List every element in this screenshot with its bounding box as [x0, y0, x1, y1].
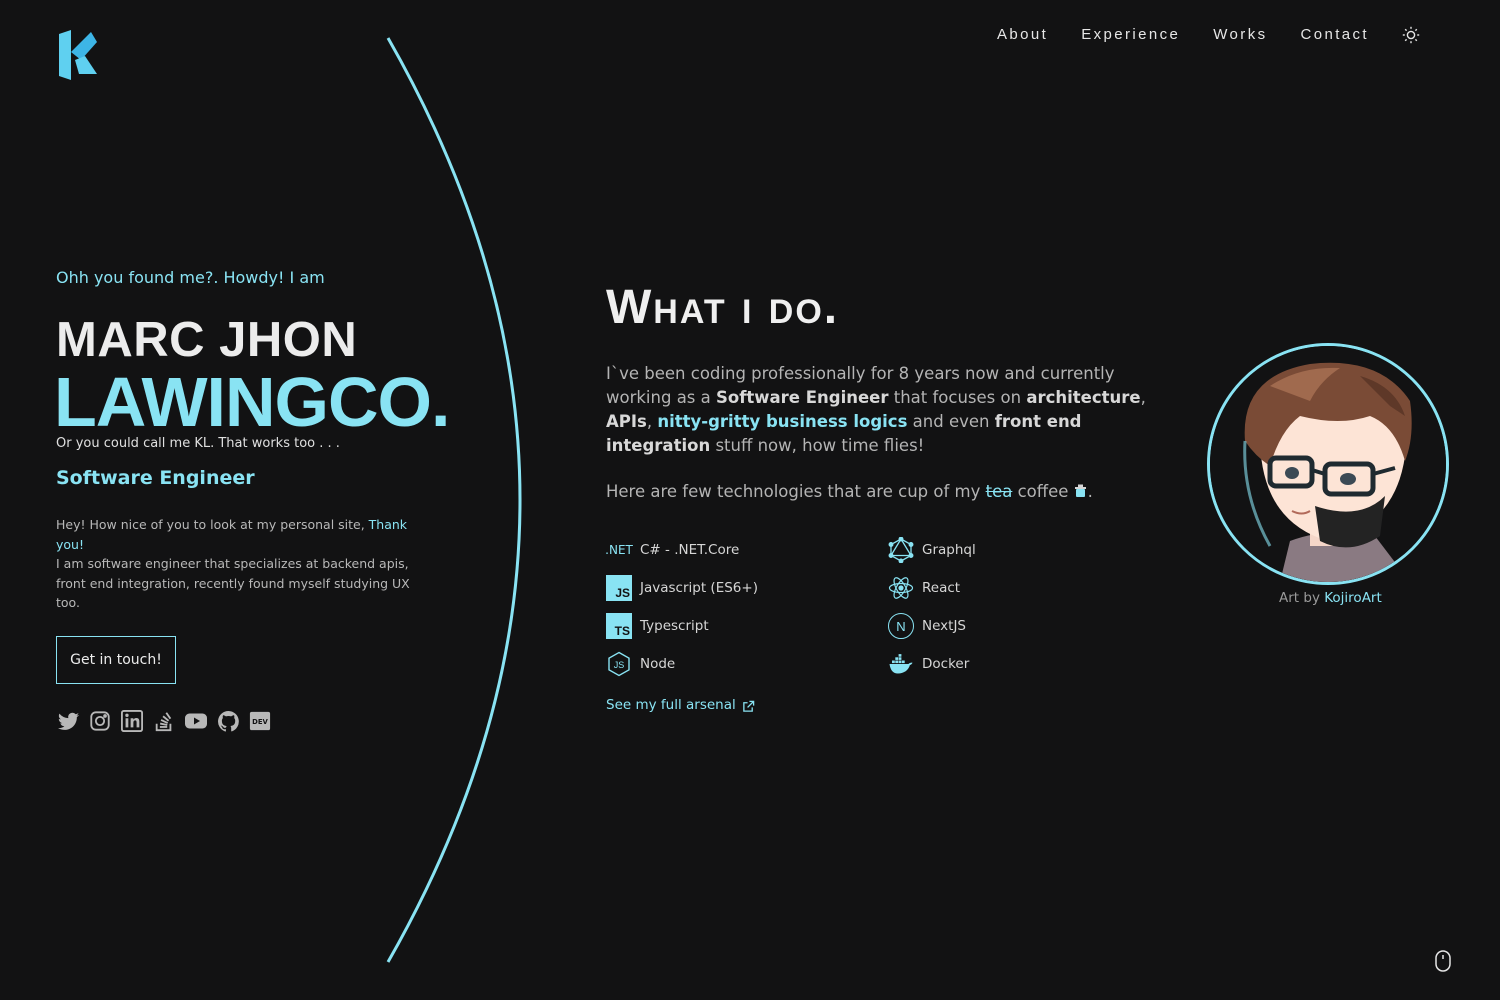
dotnet-icon: .NET [605, 537, 633, 563]
para2-a: Here are few technologies that are cup o… [606, 482, 986, 501]
tech-label: Node [640, 656, 676, 672]
tea-strikethrough: tea [985, 482, 1013, 501]
tech-intro: Here are few technologies that are cup o… [606, 482, 1093, 501]
section-title: What i do. [606, 281, 840, 334]
scroll-mouse-icon [1435, 950, 1451, 972]
social-links: DEV [56, 709, 280, 733]
para2-end: . [1087, 482, 1093, 501]
greeting-text: Ohh you found me?. Howdy! I am [56, 268, 325, 287]
get-in-touch-button[interactable]: Get in touch! [56, 636, 176, 684]
github-icon[interactable] [216, 709, 240, 733]
javascript-icon: JS [606, 575, 632, 601]
para1-e: , [1140, 388, 1146, 407]
credit-link[interactable]: KojiroArt [1324, 590, 1382, 606]
tech-label: Graphql [922, 542, 976, 558]
decorative-arc [386, 37, 522, 963]
about-paragraph: I`ve been coding professionally for 8 ye… [606, 362, 1146, 458]
nav-about[interactable]: About [997, 25, 1048, 45]
dev-icon[interactable]: DEV [248, 709, 272, 733]
tech-label: NextJS [922, 618, 967, 634]
instagram-icon[interactable] [88, 709, 112, 733]
typescript-icon: TS [606, 613, 632, 639]
stackoverflow-icon[interactable] [152, 709, 176, 733]
first-name: MARC JHON [56, 313, 358, 367]
tech-item-nextjs: N NextJS [888, 612, 1170, 640]
para1-k: stuff now, how time flies! [710, 436, 925, 455]
typescript-icon-text: TS [614, 624, 630, 638]
para2-b: coffee [1012, 482, 1074, 501]
nickname-text: Or you could call me KL. That works too … [56, 436, 340, 451]
tech-label: C# - .NET.Core [640, 542, 740, 558]
twitter-icon[interactable] [56, 709, 80, 733]
intro-line-a: Hey! How nice of you to look at my perso… [56, 517, 369, 532]
arsenal-link-text: See my full arsenal [606, 697, 736, 713]
para1-g: , [646, 412, 658, 431]
para1-b: Software Engineer [716, 388, 889, 407]
tech-item-graphql: Graphql [888, 536, 1170, 564]
tech-list: .NET C# - .NET.Core Graphql JS Javascrip… [605, 536, 1166, 678]
para1-h: nitty-gritty business logics [657, 412, 908, 431]
graphql-icon [888, 537, 914, 563]
intro-text: Hey! How nice of you to look at my perso… [56, 515, 416, 613]
docker-icon [888, 651, 914, 677]
role-title: Software Engineer [56, 467, 255, 489]
para1-i: and even [907, 412, 995, 431]
main-nav: About Experience Works Contact [964, 25, 1420, 45]
dotnet-icon-text: .NET [605, 543, 633, 557]
tech-item-react: React [888, 574, 1170, 602]
nav-contact[interactable]: Contact [1301, 25, 1370, 45]
external-link-icon [742, 700, 755, 712]
coffee-icon [1074, 484, 1086, 497]
tech-item-typescript: TS Typescript [606, 612, 888, 640]
nav-experience[interactable]: Experience [1081, 25, 1180, 45]
tech-label: React [922, 580, 961, 596]
para1-f: APIs [606, 412, 647, 431]
avatar-illustration [1210, 346, 1446, 582]
nextjs-icon: N [888, 613, 914, 639]
nav-works[interactable]: Works [1213, 25, 1267, 45]
art-credit: Art by KojiroArt [1279, 590, 1382, 606]
intro-line-b: I am software engineer that specializes … [56, 556, 410, 610]
javascript-icon-text: JS [615, 586, 630, 600]
tech-item-node: JS Node [606, 650, 888, 678]
svg-text:DEV: DEV [252, 718, 268, 726]
react-icon [888, 575, 914, 601]
tech-label: Typescript [640, 618, 709, 634]
tech-label: Javascript (ES6+) [640, 580, 758, 596]
tech-label: Docker [922, 656, 970, 672]
para1-d: architecture [1026, 388, 1141, 407]
logo-icon[interactable] [57, 30, 97, 80]
tech-item-javascript: JS Javascript (ES6+) [606, 574, 888, 602]
nextjs-icon-text: N [896, 618, 906, 634]
nodejs-icon: JS [606, 651, 632, 677]
last-name: LAWINGCO. [54, 363, 450, 441]
sun-icon[interactable] [1402, 26, 1420, 44]
full-arsenal-link[interactable]: See my full arsenal [606, 697, 755, 713]
linkedin-icon[interactable] [120, 709, 144, 733]
tech-item-docker: Docker [888, 650, 1170, 678]
avatar [1207, 343, 1449, 585]
para1-c: that focuses on [888, 388, 1027, 407]
nodejs-icon-text: JS [614, 660, 625, 670]
youtube-icon[interactable] [184, 709, 208, 733]
credit-prefix: Art by [1279, 590, 1325, 606]
tech-item-dotnet: .NET C# - .NET.Core [605, 536, 888, 564]
